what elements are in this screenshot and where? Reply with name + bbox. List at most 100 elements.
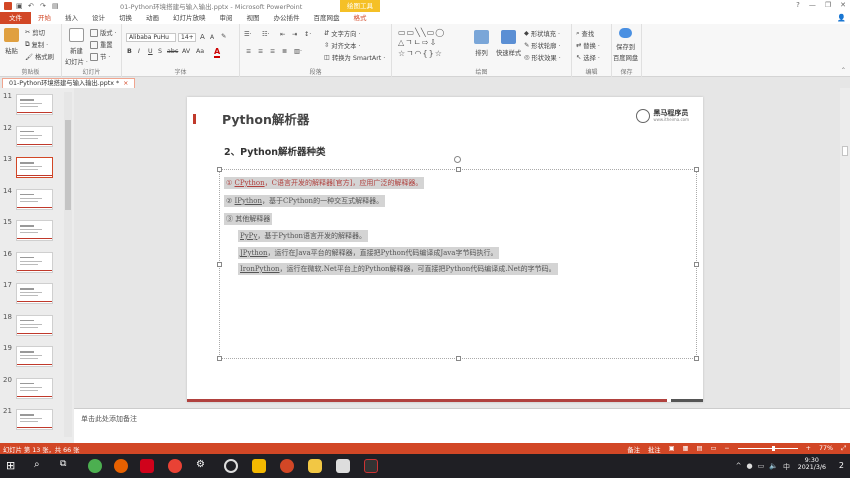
shapes-gallery[interactable]: ▭▭╲╲▭◯ △ㄱㄴ⇨⇩ ☆ㄱ◠{}☆ [398, 28, 445, 59]
font-name-select[interactable]: Alibaba PuHu [126, 33, 176, 42]
resize-handle-w[interactable] [217, 262, 222, 267]
sub-line-jpython[interactable]: JPython，运行在Java平台的解释器，直接把Python代码编译成Java… [238, 247, 500, 259]
slide-thumbnail[interactable]: 16 [0, 250, 74, 280]
slide-thumbnail-image[interactable] [16, 188, 53, 210]
slideshow-view-icon[interactable]: ▭ [710, 445, 716, 454]
tab-baidu-pan[interactable]: 百度网盘 [307, 12, 347, 24]
change-case-button[interactable]: Aa [196, 48, 204, 55]
input-lang[interactable]: 中 [783, 462, 790, 472]
replace-button[interactable]: ⇄ 替换 · [576, 41, 600, 50]
firefox-icon[interactable] [114, 459, 128, 473]
resize-handle-s[interactable] [456, 356, 461, 361]
slide-thumbnail-image[interactable] [16, 346, 53, 367]
layout-button[interactable]: 版式 · [90, 28, 117, 37]
tab-transitions[interactable]: 切换 [112, 12, 139, 24]
active-app-icon[interactable] [308, 459, 322, 473]
underline-button[interactable]: U [148, 48, 153, 55]
ipython-link[interactable]: IPython [235, 197, 262, 205]
resize-handle-nw[interactable] [217, 167, 222, 172]
bullet-line-1[interactable]: ① CPython，C语言开发的解释器[官方]，应用广泛的解释器。 [224, 177, 425, 189]
resize-handle-se[interactable] [694, 356, 699, 361]
zoom-level[interactable]: 77% [819, 445, 833, 454]
help-button[interactable]: ? [796, 1, 800, 9]
close-button[interactable]: ✕ [840, 1, 846, 9]
paste-button[interactable]: 粘贴 [4, 28, 19, 55]
slide-thumbnail[interactable]: 18 [0, 313, 74, 343]
volume-icon[interactable]: 🔈 [769, 462, 778, 472]
font-color-button[interactable]: A [214, 47, 221, 58]
italic-button[interactable]: I [138, 48, 140, 55]
shape-outline-button[interactable]: ✎ 形状轮廓 · [524, 41, 560, 50]
align-right-icon[interactable]: ≡ [270, 48, 275, 55]
font-size-select[interactable]: 14+ [178, 33, 196, 42]
slide-thumbnail-image[interactable] [16, 125, 53, 147]
slide-thumbnail-image[interactable] [16, 409, 53, 430]
notification-center[interactable]: 2 [839, 461, 844, 470]
indent-decrease-icon[interactable]: ⇤ [280, 31, 285, 38]
tab-slideshow[interactable]: 幻灯片放映 [166, 12, 213, 24]
slide-thumbnail[interactable]: 15 [0, 218, 74, 248]
slide-title[interactable]: Python解析器 [222, 109, 309, 128]
save-icon[interactable]: ▣ [16, 2, 24, 10]
resize-handle-sw[interactable] [217, 356, 222, 361]
align-text-button[interactable]: ⇳ 对齐文本 · [324, 41, 360, 50]
jpython-link[interactable]: JPython [240, 249, 268, 257]
tab-insert[interactable]: 插入 [58, 12, 85, 24]
tab-design[interactable]: 设计 [85, 12, 112, 24]
clear-format-icon[interactable]: ✎ [221, 33, 226, 40]
bullet-line-2[interactable]: ② IPython，基于CPython的一种交互式解释器。 [224, 195, 386, 207]
notes-placeholder[interactable]: 单击此处添加备注 [81, 414, 137, 424]
notes-pane[interactable]: 单击此处添加备注 [74, 408, 850, 443]
thumbnails-scroll-thumb[interactable] [65, 120, 71, 210]
resize-handle-n[interactable] [456, 167, 461, 172]
tab-office-plugins[interactable]: 办公插件 [267, 12, 307, 24]
slide-thumbnail-image[interactable] [16, 283, 53, 304]
grow-font-button[interactable]: A [200, 33, 205, 41]
pypy-link[interactable]: PyPy [240, 232, 257, 240]
slide-thumbnail[interactable]: 20 [0, 376, 74, 406]
close-tab-icon[interactable]: × [123, 80, 128, 87]
tab-view[interactable]: 视图 [240, 12, 267, 24]
resize-handle-e[interactable] [694, 262, 699, 267]
numbering-icon[interactable]: ☷· [262, 31, 270, 38]
recorder-icon[interactable] [364, 459, 378, 473]
section-button[interactable]: 节 · [90, 52, 110, 61]
canvas-scrollbar[interactable] [840, 88, 850, 408]
line-spacing-icon[interactable]: ↕· [304, 31, 311, 38]
notes-app-icon[interactable] [336, 459, 350, 473]
tray-app-icon[interactable]: ● [747, 462, 753, 472]
find-button[interactable]: ⌕ 查找 [576, 29, 594, 39]
slide-thumbnail[interactable]: 13 [0, 155, 74, 185]
undo-icon[interactable]: ↶ [28, 2, 36, 10]
smartart-button[interactable]: ◫ 转换为 SmartArt · [324, 53, 385, 62]
resize-handle-ne[interactable] [694, 167, 699, 172]
rotate-handle[interactable] [454, 156, 461, 163]
sub-line-pypy[interactable]: PyPy，基于Python语言开发的解释器。 [238, 230, 369, 242]
cpython-link[interactable]: CPython [235, 179, 265, 187]
slide-thumbnail[interactable]: 17 [0, 281, 74, 311]
indent-increase-icon[interactable]: ⇥ [292, 31, 297, 38]
reading-view-icon[interactable]: ▤ [696, 445, 702, 454]
shape-fill-button[interactable]: ◆ 形状填充 · [524, 29, 560, 38]
new-slide-button[interactable]: 新建 幻灯片 · [65, 28, 88, 66]
notes-button[interactable]: 备注 [627, 445, 640, 454]
slide-thumbnail-image[interactable] [16, 220, 53, 241]
collapse-ribbon-icon[interactable]: ⌃ [841, 67, 846, 74]
tab-animations[interactable]: 动画 [139, 12, 166, 24]
settings-gear-icon[interactable]: ⚙ [196, 459, 210, 473]
cut-button[interactable]: ✂ 剪切 [25, 28, 45, 37]
shrink-font-button[interactable]: A [210, 34, 214, 41]
align-center-icon[interactable]: ≡ [258, 48, 263, 55]
slide-thumbnail[interactable]: 19 [0, 344, 74, 374]
app-red-icon[interactable] [140, 459, 154, 473]
bold-button[interactable]: B [127, 48, 132, 55]
quick-styles-button[interactable]: 快速样式 [496, 30, 521, 57]
sorter-view-icon[interactable]: ▦ [683, 445, 689, 454]
ironpython-link[interactable]: IronPython [240, 265, 280, 273]
file-explorer-icon[interactable] [252, 459, 266, 473]
reset-button[interactable]: 重置 [90, 40, 113, 49]
zoom-in-icon[interactable]: + [806, 445, 811, 454]
start-icon[interactable]: ⊞ [6, 459, 20, 473]
slide-thumbnail[interactable]: 21 [0, 407, 74, 437]
sub-line-ironpython[interactable]: IronPython，运行在微软.Net平台上的Python解释器，可直接把Py… [238, 263, 558, 275]
